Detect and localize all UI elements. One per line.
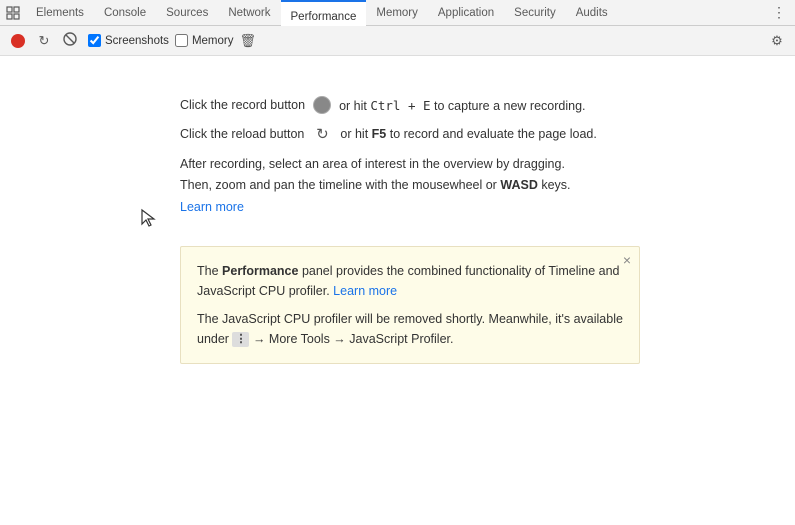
- wasd-text: WASD: [500, 178, 538, 192]
- after-recording-text: After recording, select an area of inter…: [180, 154, 775, 218]
- more-tabs-icon[interactable]: ⋮: [767, 1, 791, 25]
- devtools-logo-icon: [4, 4, 22, 22]
- screenshots-checkbox[interactable]: [88, 34, 101, 47]
- record-instruction-text: Click the record button: [180, 98, 305, 112]
- tab-memory[interactable]: Memory: [366, 0, 428, 26]
- refresh-record-button[interactable]: ↻: [32, 29, 56, 53]
- main-content: Click the record button or hit Ctrl + E …: [0, 56, 795, 384]
- screenshots-label: Screenshots: [105, 35, 169, 47]
- gear-icon: ⚙: [771, 33, 783, 49]
- refresh-icon: ↻: [39, 33, 50, 49]
- after-recording-line2: Then, zoom and pan the timeline with the…: [180, 178, 571, 192]
- tab-application[interactable]: Application: [428, 0, 504, 26]
- tab-bar: Elements Console Sources Network Perform…: [0, 0, 795, 26]
- tab-sources[interactable]: Sources: [156, 0, 218, 26]
- settings-button[interactable]: ⚙: [765, 29, 789, 53]
- trash-icon[interactable]: 🗑: [235, 31, 260, 51]
- inline-reload-icon: ↻: [312, 124, 332, 144]
- inline-record-icon: [313, 96, 331, 114]
- screenshots-checkbox-label[interactable]: Screenshots: [88, 34, 169, 47]
- tab-network[interactable]: Network: [218, 0, 280, 26]
- performance-toolbar: ↻ Screenshots Memory 🗑 ⚙: [0, 26, 795, 56]
- info-box-line1: The Performance panel provides the combi…: [197, 261, 623, 301]
- memory-label: Memory: [192, 35, 234, 47]
- clear-button[interactable]: [58, 29, 82, 53]
- three-dots-icon: ⋮: [232, 332, 249, 347]
- after-recording-line1: After recording, select an area of inter…: [180, 157, 565, 171]
- reload-instruction-text: Click the reload button: [180, 127, 304, 141]
- info-box: × The Performance panel provides the com…: [180, 246, 640, 364]
- reload-shortcut-text: or hit F5 to record and evaluate the pag…: [340, 127, 596, 141]
- memory-checkbox[interactable]: [175, 34, 188, 47]
- stop-circle-icon: [63, 32, 77, 49]
- cursor-indicator: [140, 208, 156, 233]
- tab-security[interactable]: Security: [504, 0, 566, 26]
- info-box-close-button[interactable]: ×: [623, 253, 631, 267]
- info-box-line2: The JavaScript CPU profiler will be remo…: [197, 309, 623, 349]
- record-instruction-line: Click the record button or hit Ctrl + E …: [180, 96, 775, 114]
- tab-console[interactable]: Console: [94, 0, 156, 26]
- reload-instruction-line: Click the reload button ↻ or hit F5 to r…: [180, 124, 775, 144]
- record-button[interactable]: [6, 29, 30, 53]
- instructions-container: Click the record button or hit Ctrl + E …: [180, 96, 775, 218]
- learn-more-link[interactable]: Learn more: [180, 200, 244, 214]
- record-shortcut-text: or hit Ctrl + E to capture a new recordi…: [339, 98, 585, 113]
- tab-performance[interactable]: Performance: [281, 0, 367, 26]
- panel-name-text: Performance: [222, 264, 298, 278]
- tab-audits[interactable]: Audits: [566, 0, 618, 26]
- infobox-learn-more-link[interactable]: Learn more: [333, 284, 397, 298]
- record-circle-icon: [11, 34, 25, 48]
- memory-checkbox-label[interactable]: Memory: [175, 34, 234, 47]
- tab-elements[interactable]: Elements: [26, 0, 94, 26]
